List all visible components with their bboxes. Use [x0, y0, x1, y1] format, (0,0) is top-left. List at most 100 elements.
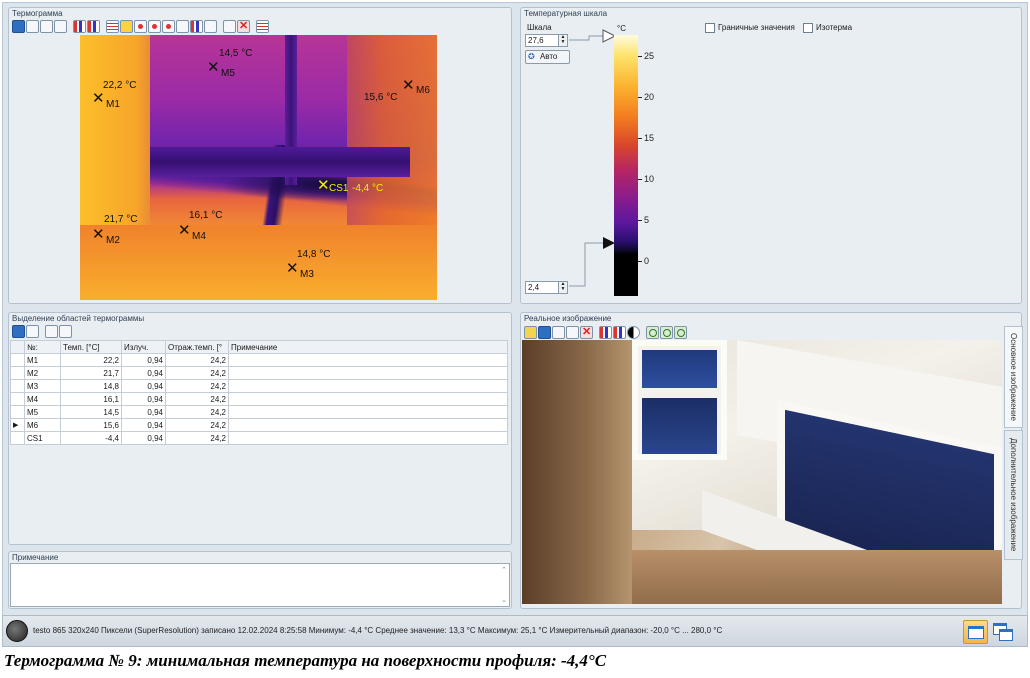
- point-measure-icon[interactable]: [134, 20, 147, 33]
- zoom-in-icon[interactable]: [646, 326, 659, 339]
- marker-m2[interactable]: 21,7 °C ✕ M2: [92, 215, 152, 247]
- paste-icon[interactable]: [566, 326, 579, 339]
- scale-min-input[interactable]: 2,4 ▲ ▼: [525, 281, 568, 294]
- column-header-id[interactable]: №:: [24, 340, 61, 354]
- note-textarea[interactable]: ⌃ ⌄: [10, 563, 510, 607]
- marker-m5-label: M5: [221, 68, 235, 79]
- marker-m4-label: M4: [192, 231, 206, 242]
- contrast-icon[interactable]: [627, 326, 640, 339]
- cell-reflected: 24,2: [165, 379, 229, 393]
- window-icon[interactable]: [54, 20, 67, 33]
- status-bar: testo 865 320x240 Пиксели (SuperResoluti…: [2, 615, 1028, 647]
- cell-id: M3: [24, 379, 61, 393]
- real-photo[interactable]: [522, 340, 1002, 604]
- scroll-up-icon[interactable]: ⌃: [501, 566, 507, 574]
- table-row[interactable]: CS1 -4,4 0,94 24,2: [10, 431, 508, 445]
- marker-m1[interactable]: 22,2 °C ✕ M1: [92, 81, 152, 113]
- marker-m5[interactable]: 14,5 °C ✕ M5: [207, 49, 267, 81]
- delete-icon[interactable]: [580, 325, 593, 339]
- cell-note[interactable]: [228, 405, 508, 419]
- marker-m6[interactable]: 15,6 °C ✕ M6: [364, 78, 434, 108]
- tab-extra-image[interactable]: Дополнительное изображение: [1004, 430, 1023, 560]
- marker-m5-temp: 14,5 °C: [219, 48, 253, 59]
- cell-note[interactable]: [228, 379, 508, 393]
- row-selector[interactable]: [10, 431, 25, 445]
- column-header-temp[interactable]: Темп. [°C]: [60, 340, 122, 354]
- layout-single-icon[interactable]: [963, 620, 988, 644]
- cold-point-icon[interactable]: [162, 20, 175, 33]
- marker-cs1-temp: -4,4 °C: [352, 183, 384, 194]
- area-select-icon[interactable]: [223, 20, 236, 33]
- copy-icon[interactable]: [26, 325, 39, 338]
- cell-note[interactable]: [228, 366, 508, 380]
- marker-cs1[interactable]: ✕ CS1 -4,4 °C: [317, 178, 397, 196]
- row-selector[interactable]: [10, 405, 25, 419]
- cell-note[interactable]: [228, 392, 508, 406]
- auto-button[interactable]: ✪ Авто: [525, 50, 570, 64]
- export-table-icon[interactable]: [45, 325, 58, 338]
- row-selected-arrow-icon[interactable]: ▶: [10, 418, 25, 432]
- cell-reflected: 24,2: [165, 366, 229, 380]
- scroll-down-icon[interactable]: ⌄: [501, 596, 507, 604]
- cell-note-editing[interactable]: [228, 418, 508, 432]
- save-icon[interactable]: [12, 20, 25, 33]
- column-header-note[interactable]: Примечание: [228, 340, 508, 354]
- zoom-out-icon[interactable]: [660, 326, 673, 339]
- cell-id: M4: [24, 392, 61, 406]
- column-header-emissivity[interactable]: Излуч.: [121, 340, 166, 354]
- table-row[interactable]: M1 22,2 0,94 24,2: [10, 353, 508, 367]
- isotherm-checkbox[interactable]: Изотерма: [803, 23, 852, 33]
- grid-icon[interactable]: [256, 20, 269, 33]
- histogram-icon[interactable]: [190, 20, 203, 33]
- marker-m3[interactable]: 14,8 °C ✕ M3: [286, 250, 346, 282]
- table-row-selected[interactable]: ▶ M6 15,6 0,94 24,2: [10, 418, 508, 432]
- palette-icon[interactable]: [106, 20, 119, 33]
- image-rotate-icon[interactable]: [87, 20, 100, 33]
- cell-note[interactable]: [228, 431, 508, 445]
- column-header-reflected[interactable]: Отраж.темп. [°: [165, 340, 229, 354]
- tab-main-image[interactable]: Основное изображение: [1004, 326, 1023, 428]
- send-icon[interactable]: [59, 325, 72, 338]
- row-selector[interactable]: [10, 353, 25, 367]
- save-icon[interactable]: [12, 325, 25, 338]
- delete-icon[interactable]: [237, 19, 250, 33]
- image-flip-icon[interactable]: [599, 326, 612, 339]
- hot-spot-icon[interactable]: [120, 20, 133, 33]
- row-selector[interactable]: [10, 366, 25, 380]
- profile-line-icon[interactable]: [204, 20, 217, 33]
- zoom-fit-icon[interactable]: [674, 326, 687, 339]
- boundary-values-label: Граничные значения: [718, 23, 795, 33]
- scale-max-input[interactable]: 27,6 ▲ ▼: [525, 34, 568, 47]
- cell-reflected: 24,2: [165, 353, 229, 367]
- image-rotate-icon[interactable]: [613, 326, 626, 339]
- image-flip-icon[interactable]: [73, 20, 86, 33]
- marker-m4[interactable]: 16,1 °C ✕ M4: [178, 211, 238, 243]
- table-row[interactable]: M5 14,5 0,94 24,2: [10, 405, 508, 419]
- color-scale-bar: [614, 35, 638, 296]
- table-row[interactable]: M2 21,7 0,94 24,2: [10, 366, 508, 380]
- spinner-icon[interactable]: ▲ ▼: [558, 282, 567, 293]
- thermogram-title: Термограмма: [12, 9, 63, 18]
- table-row[interactable]: M3 14,8 0,94 24,2: [10, 379, 508, 393]
- copy-icon[interactable]: [26, 20, 39, 33]
- row-selector[interactable]: [10, 379, 25, 393]
- scale-label: Шкала: [527, 23, 552, 32]
- marker-m2-temp: 21,7 °C: [104, 214, 138, 225]
- load-image-icon[interactable]: [524, 326, 537, 339]
- checkbox-icon: [705, 23, 715, 33]
- copy-icon[interactable]: [552, 326, 565, 339]
- delete-marker-icon[interactable]: [176, 20, 189, 33]
- layout-double-icon[interactable]: [991, 620, 1016, 644]
- boundary-values-checkbox[interactable]: Граничные значения: [705, 23, 795, 33]
- cell-id: M1: [24, 353, 61, 367]
- cell-emissivity: 0,94: [121, 418, 166, 432]
- save-icon[interactable]: [538, 326, 551, 339]
- export-icon[interactable]: [40, 20, 53, 33]
- table-row[interactable]: M4 16,1 0,94 24,2: [10, 392, 508, 406]
- testo-logo-icon: [6, 620, 28, 642]
- marker-m6-label: M6: [416, 85, 430, 96]
- row-selector[interactable]: [10, 392, 25, 406]
- cell-note[interactable]: [228, 353, 508, 367]
- hot-point-icon[interactable]: [148, 20, 161, 33]
- cell-temp: 14,5: [60, 405, 122, 419]
